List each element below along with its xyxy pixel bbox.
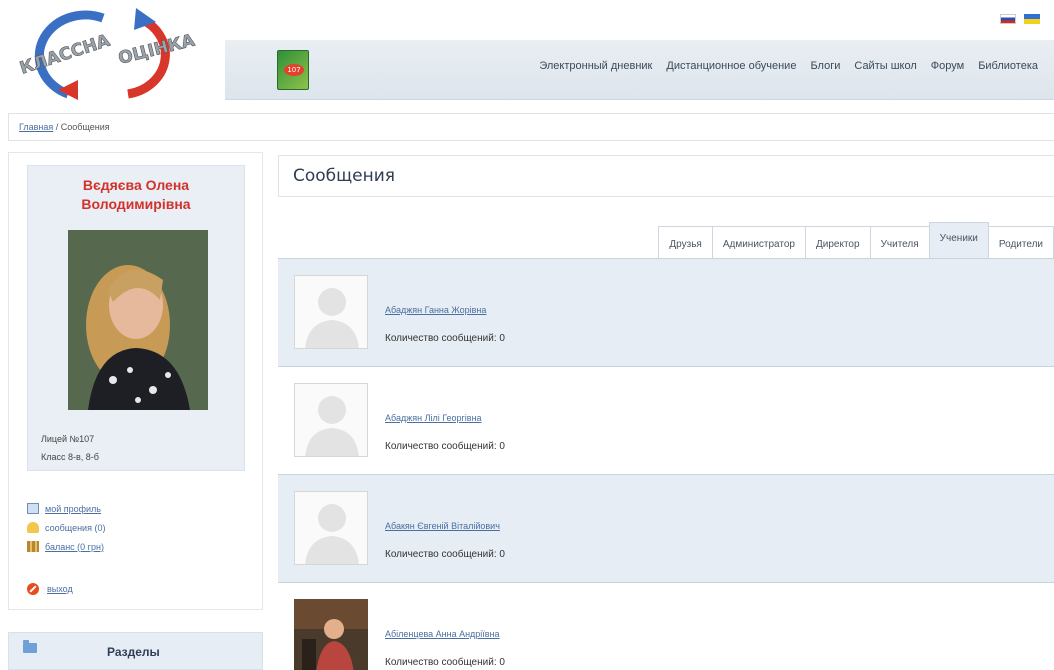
message-count: Количество сообщений: 0 — [385, 657, 505, 668]
exit-link[interactable]: выход — [47, 584, 73, 594]
nav-school-sites[interactable]: Сайты школ — [854, 60, 916, 72]
tab-director[interactable]: Директор — [805, 226, 871, 258]
russian-flag-icon[interactable] — [1000, 14, 1016, 24]
menu-messages-link[interactable]: сообщения (0) — [45, 523, 105, 533]
sidebar: Вєдяєва Олена Володимирівна Лицей №107 К… — [8, 152, 263, 610]
nav-electronic-diary[interactable]: Электронный дневник — [539, 60, 652, 72]
profile-card: Вєдяєва Олена Володимирівна Лицей №107 К… — [27, 165, 245, 471]
nav-library[interactable]: Библиотека — [978, 60, 1038, 72]
user-photo-avatar[interactable] — [294, 599, 368, 670]
profile-photo — [68, 230, 208, 410]
nav-forum[interactable]: Форум — [931, 60, 964, 72]
tab-administrator[interactable]: Администратор — [711, 226, 806, 258]
tab-teachers[interactable]: Учителя — [869, 226, 930, 258]
breadcrumb: Главная / Сообщения — [8, 113, 1054, 141]
page-title: Сообщения — [293, 166, 396, 186]
sections-label: Разделы — [107, 645, 160, 659]
default-avatar-icon[interactable] — [294, 491, 368, 565]
book-badge: 107 — [284, 64, 304, 76]
sections-panel-header[interactable]: Разделы — [8, 632, 263, 670]
menu-profile-link[interactable]: мой профиль — [45, 504, 101, 514]
tab-friends[interactable]: Друзья — [658, 226, 713, 258]
language-switcher — [1000, 14, 1040, 24]
wallet-icon — [27, 541, 39, 552]
menu-balance-link[interactable]: баланс (0 грн) — [45, 542, 104, 552]
person-name-link[interactable]: Абакян Євгеній Віталійович — [385, 521, 500, 531]
user-menu: мой профиль сообщения (0) баланс (0 грн) — [27, 499, 105, 556]
svg-text:КЛАССНА: КЛАССНА — [17, 31, 113, 79]
profile-card-icon — [27, 503, 39, 514]
person-name-link[interactable]: Абаджян Лілі Георгівна — [385, 413, 482, 423]
top-navigation: 107 Электронный дневник Дистанционное об… — [225, 40, 1054, 100]
envelope-icon — [27, 522, 39, 533]
breadcrumb-separator: / — [53, 122, 61, 132]
page-title-box: Сообщения — [278, 155, 1054, 197]
breadcrumb-home-link[interactable]: Главная — [19, 122, 53, 132]
breadcrumb-current: Сообщения — [60, 122, 110, 132]
tab-students[interactable]: Ученики — [928, 222, 989, 258]
default-avatar-icon[interactable] — [294, 383, 368, 457]
people-list: Абаджян Ганна Жорівна Количество сообщен… — [278, 258, 1054, 670]
list-item: Абіленцева Анна Андріївна Количество соо… — [278, 583, 1054, 670]
list-item: Абаджян Ганна Жорівна Количество сообщен… — [278, 259, 1054, 367]
exit-icon — [27, 583, 39, 595]
ukrainian-flag-icon[interactable] — [1024, 14, 1040, 24]
profile-patronymic: Володимирівна — [81, 196, 191, 212]
folder-icon — [23, 640, 37, 653]
profile-school-info: Лицей №107 Класс 8-в, 8-б — [41, 430, 99, 466]
tab-parents[interactable]: Родители — [987, 226, 1054, 258]
profile-surname: Вєдяєва Олена — [82, 177, 190, 193]
menu-item-messages[interactable]: сообщения (0) — [27, 518, 105, 537]
default-avatar-icon[interactable] — [294, 275, 368, 349]
book-icon[interactable]: 107 — [277, 50, 309, 90]
person-name-link[interactable]: Абіленцева Анна Андріївна — [385, 629, 500, 639]
menu-item-profile[interactable]: мой профиль — [27, 499, 105, 518]
menu-item-balance[interactable]: баланс (0 грн) — [27, 537, 105, 556]
person-name-link[interactable]: Абаджян Ганна Жорівна — [385, 305, 486, 315]
nav-distance-learning[interactable]: Дистанционное обучение — [666, 60, 796, 72]
message-count: Количество сообщений: 0 — [385, 549, 505, 560]
nav-blogs[interactable]: Блоги — [810, 60, 840, 72]
message-count: Количество сообщений: 0 — [385, 441, 505, 452]
profile-name: Вєдяєва Олена Володимирівна — [28, 176, 244, 214]
site-logo[interactable]: КЛАССНА ОЦІНКА — [8, 4, 228, 104]
message-count: Количество сообщений: 0 — [385, 333, 505, 344]
list-item: Абакян Євгеній Віталійович Количество со… — [278, 475, 1054, 583]
recipient-tabs: Друзья Администратор Директор Учителя Уч… — [658, 222, 1054, 258]
profile-class: Класс 8-в, 8-б — [41, 452, 99, 462]
profile-school: Лицей №107 — [41, 434, 95, 444]
list-item: Абаджян Лілі Георгівна Количество сообще… — [278, 367, 1054, 475]
exit-menu-item[interactable]: выход — [27, 583, 73, 595]
